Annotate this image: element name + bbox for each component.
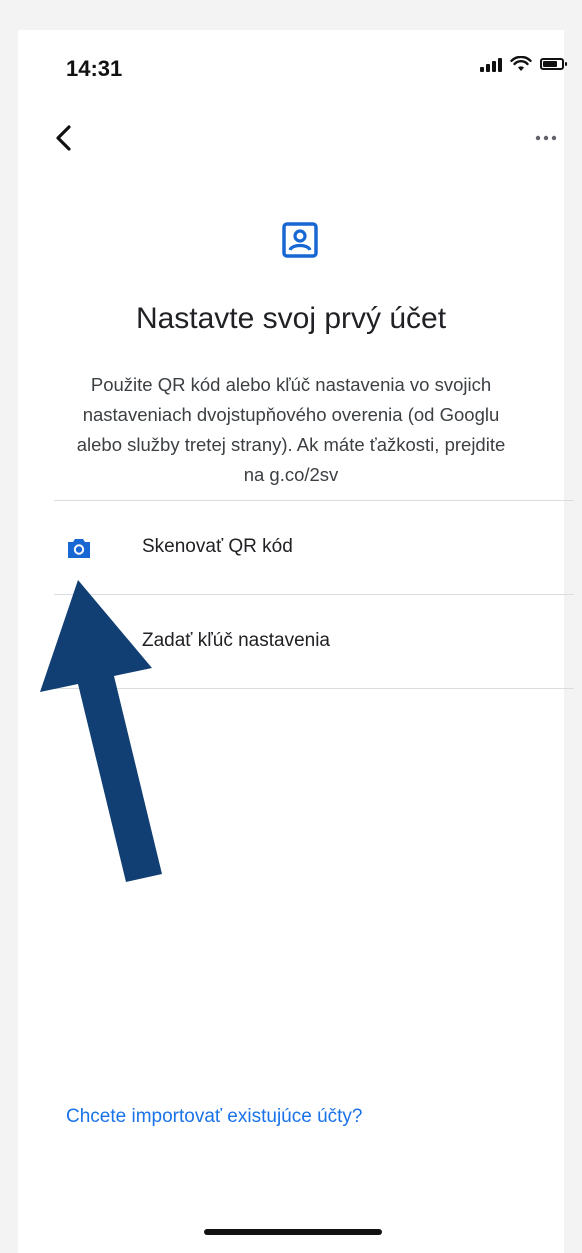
enter-setup-key-label: Zadať kľúč nastavenia [142,630,330,651]
annotation-arrow [40,580,162,882]
back-button[interactable] [50,122,80,154]
description-line: na g.co/2sv [243,464,339,485]
more-options-button[interactable] [528,126,564,150]
chevron-left-icon [56,125,71,151]
account-box-icon [282,222,318,258]
page-description: Použite QR kód alebo kľúč nastavenia vo … [18,370,564,490]
scan-qr-label: Skenovať QR kód [142,536,293,557]
wifi-icon [510,56,532,71]
divider [54,500,574,501]
signal-icon [480,56,502,72]
home-indicator [204,1229,382,1235]
page-title: Nastavte svoj prvý účet [135,302,447,335]
description-line: alebo služby tretej strany). Ak máte ťaž… [76,434,506,455]
battery-icon [540,58,567,70]
description-line: Použite QR kód alebo kľúč nastavenia vo … [90,374,492,395]
description-line: nastaveniach dvojstupňového overenia (od… [82,404,500,425]
more-horizontal-icon [535,135,557,141]
import-accounts-link[interactable]: Chcete importovať existujúce účty? [66,1106,363,1128]
camera-icon [68,539,90,558]
status-icons [480,56,567,72]
screenshot-frame: 14:31 Nastavte svoj prvý účet Použite QR… [0,0,582,1253]
status-time: 14:31 [66,56,123,81]
